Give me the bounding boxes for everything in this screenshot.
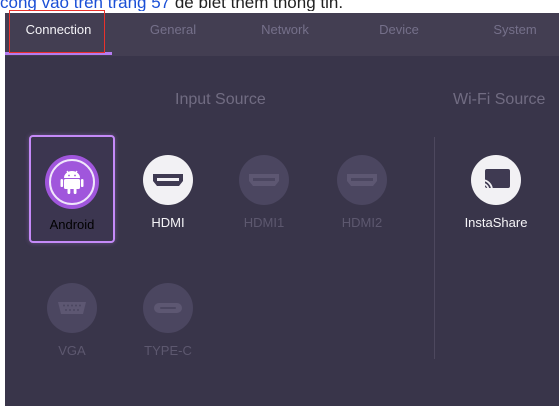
hdmi-port-icon [239,155,289,205]
caption-text: để biết thêm thông tin. [170,0,344,11]
tab-network[interactable]: Network [235,13,335,56]
source-label-hdmi2: HDMI2 [341,215,383,230]
source-tile-vga[interactable]: VGA [29,263,115,371]
hdmi-port-icon [337,155,387,205]
source-tile-hdmi[interactable]: HDMI [125,135,211,243]
annotation-highlight-box [9,10,105,53]
source-label-vga: VGA [58,343,86,358]
usb-c-port-icon [143,283,193,333]
vga-port-icon [47,283,97,333]
tab-general[interactable]: General [123,13,223,56]
source-label-type-c: TYPE-C [144,343,192,358]
settings-screen: Connection General Network Device System… [5,13,559,406]
source-label-hdmi: HDMI [151,215,185,230]
cast-screen-icon [471,155,521,205]
section-divider [434,137,435,359]
source-label-hdmi1: HDMI1 [243,215,285,230]
source-tile-instashare[interactable]: InstaShare [453,135,539,243]
source-tile-hdmi2[interactable]: HDMI2 [319,135,405,243]
wifi-source-title: Wi-Fi Source [453,91,546,108]
input-source-title: Input Source [175,91,266,108]
source-tile-android[interactable]: Android [29,135,115,243]
hdmi-port-icon [143,155,193,205]
source-label-instashare: InstaShare [464,215,528,230]
tab-system[interactable]: System [465,13,559,56]
source-tile-type-c[interactable]: TYPE-C [125,263,211,371]
source-tile-hdmi1[interactable]: HDMI1 [221,135,307,243]
android-icon [47,157,97,207]
source-label-android: Android [49,217,95,232]
tab-device[interactable]: Device [349,13,449,56]
